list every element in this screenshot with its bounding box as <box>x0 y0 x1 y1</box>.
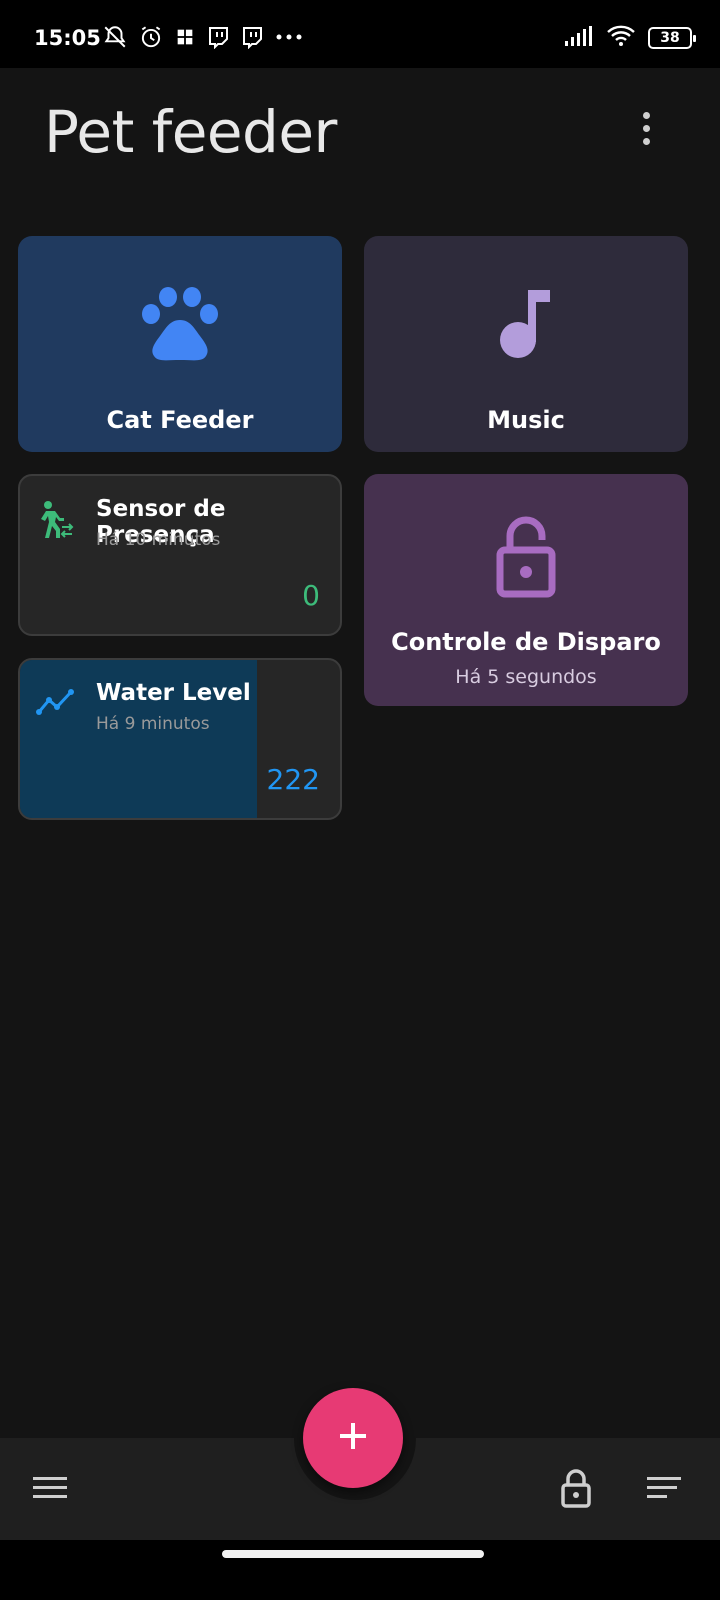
water-level-tile[interactable]: Water Level Há 9 minutos 222 <box>18 658 342 820</box>
music-label: Music <box>487 406 565 434</box>
status-time: 15:05 <box>34 26 101 50</box>
page-title: Pet feeder <box>44 98 337 166</box>
wifi-icon <box>606 24 636 52</box>
cat-feeder-tile[interactable]: Cat Feeder <box>18 236 342 452</box>
plus-icon <box>338 1421 368 1455</box>
sort-lines-icon <box>646 1475 682 1505</box>
walking-person-icon <box>36 500 76 544</box>
system-nav-bar <box>0 1540 720 1600</box>
battery-icon: 38 <box>648 27 696 49</box>
hamburger-menu-button[interactable] <box>22 1462 78 1518</box>
paw-icon <box>140 286 220 366</box>
sort-button[interactable] <box>636 1462 692 1518</box>
lock-open-icon <box>494 516 558 604</box>
battery-level: 38 <box>660 30 680 46</box>
status-icons-right: 38 <box>564 24 696 52</box>
home-indicator[interactable] <box>222 1550 484 1558</box>
muted-bell-icon <box>102 24 128 54</box>
controle-disparo-tile[interactable]: Controle de Disparo Há 5 segundos <box>364 474 688 706</box>
music-note-icon <box>496 286 556 366</box>
lock-icon <box>560 1468 592 1512</box>
water-subtitle: Há 9 minutos <box>96 714 210 734</box>
more-dots-icon <box>274 25 304 53</box>
disparo-label: Controle de Disparo <box>391 628 661 656</box>
disparo-subtitle: Há 5 segundos <box>455 666 597 688</box>
signal-icon <box>564 25 594 51</box>
app-grid-icon <box>174 26 196 52</box>
music-tile[interactable]: Music <box>364 236 688 452</box>
status-bar: 15:05 38 <box>0 0 720 68</box>
more-vert-icon[interactable] <box>620 112 672 172</box>
twitch-icon <box>206 25 230 53</box>
sensor-value: 0 <box>302 579 320 612</box>
status-icons-left <box>102 24 304 54</box>
trend-line-icon <box>36 686 76 724</box>
hamburger-menu-icon <box>32 1475 68 1505</box>
water-title: Water Level <box>96 680 251 706</box>
water-value: 222 <box>266 763 320 796</box>
lock-button[interactable] <box>548 1462 604 1518</box>
cat-feeder-label: Cat Feeder <box>106 406 254 434</box>
sensor-subtitle: Há 10 minutos <box>96 530 221 550</box>
twitch-icon <box>240 25 264 53</box>
sensor-presenca-tile[interactable]: Sensor de Presença Há 10 minutos 0 <box>18 474 342 636</box>
add-button[interactable] <box>303 1388 403 1488</box>
alarm-icon <box>138 24 164 54</box>
